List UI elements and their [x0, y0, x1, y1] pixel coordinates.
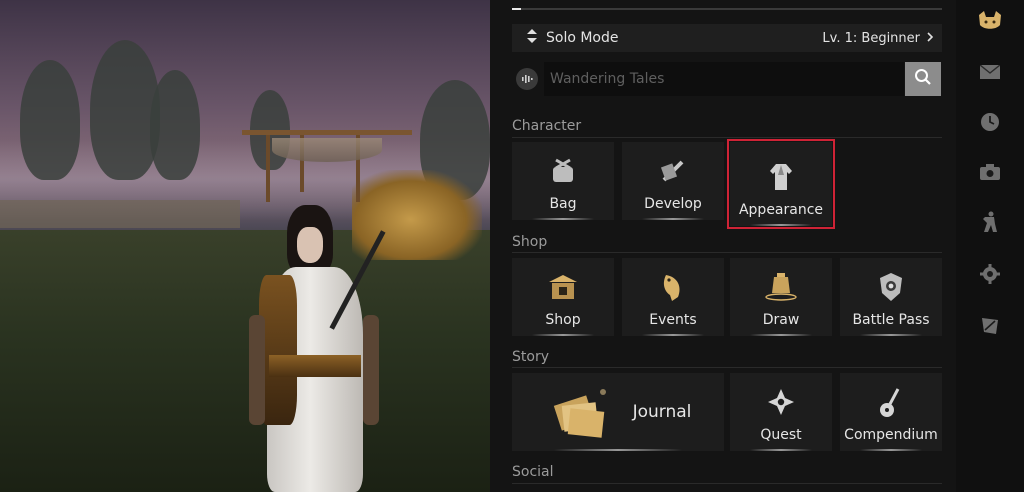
tile-events[interactable]: Events	[622, 258, 724, 336]
mode-selector[interactable]: Solo Mode Lv. 1: Beginner	[512, 24, 942, 52]
tile-battle-pass[interactable]: Battle Pass	[840, 258, 942, 336]
tile-glow	[750, 224, 812, 226]
tile-develop[interactable]: Develop	[622, 142, 724, 220]
tile-label: Appearance	[738, 202, 824, 218]
mode-left: Solo Mode	[526, 24, 619, 52]
search-input[interactable]	[544, 62, 904, 96]
tile-label: Journal	[632, 402, 692, 422]
top-progress-bar	[512, 8, 942, 10]
tile-quest[interactable]: Quest	[730, 373, 832, 451]
tree	[20, 60, 80, 180]
section-divider	[512, 137, 942, 138]
player-character	[245, 205, 386, 492]
search-button[interactable]	[905, 62, 941, 96]
tile-label: Events	[649, 312, 697, 328]
chevron-right-icon	[926, 31, 934, 46]
game-scene	[0, 0, 490, 492]
tile-label: Develop	[644, 196, 702, 212]
mail-icon[interactable]	[978, 60, 1002, 84]
tile-shop[interactable]: Shop	[512, 258, 614, 336]
bell-icon	[763, 268, 799, 306]
tile-label: Bag	[549, 196, 577, 212]
shield-badge-icon	[876, 268, 906, 306]
flag-icon[interactable]	[978, 314, 1002, 338]
shop-icon	[547, 268, 579, 306]
tile-label: Draw	[762, 312, 800, 328]
voice-wave-icon[interactable]	[516, 68, 538, 90]
section-title-shop: Shop	[512, 234, 548, 250]
section-divider	[512, 367, 942, 368]
tile-glow	[532, 218, 594, 220]
level-indicator[interactable]: Lv. 1: Beginner	[822, 24, 934, 52]
bag-icon	[548, 152, 578, 190]
tree	[150, 70, 200, 180]
section-title-character: Character	[512, 118, 582, 134]
tile-label: Shop	[545, 312, 581, 328]
section-title-social: Social	[512, 464, 554, 480]
robe-icon	[766, 158, 796, 196]
top-progress-fill	[512, 8, 521, 10]
tile-label: Quest	[760, 427, 802, 443]
lute-icon	[876, 383, 906, 421]
pergola-pole	[266, 132, 270, 202]
section-divider	[512, 252, 942, 253]
pergola-cloth	[272, 138, 382, 162]
right-sidebar	[956, 0, 1024, 492]
tile-glow	[642, 218, 704, 220]
tile-glow	[860, 334, 922, 336]
stone-wall	[0, 200, 240, 228]
bird-icon	[658, 268, 688, 306]
tile-glow	[750, 334, 812, 336]
character-arm	[363, 315, 379, 425]
develop-icon	[658, 152, 688, 190]
quest-flower-icon	[766, 383, 796, 421]
tile-compendium[interactable]: Compendium	[840, 373, 942, 451]
section-divider	[512, 483, 942, 484]
tile-draw[interactable]: Draw	[730, 258, 832, 336]
character-belt	[269, 355, 361, 377]
tile-glow	[860, 449, 922, 451]
mode-label: Solo Mode	[546, 30, 619, 46]
search-bar	[512, 62, 942, 96]
journal-cards-icon	[545, 382, 615, 442]
martial-pose-icon[interactable]	[978, 210, 1002, 234]
tile-glow	[532, 334, 594, 336]
clock-icon[interactable]	[978, 110, 1002, 134]
tile-appearance[interactable]: Appearance	[727, 139, 835, 229]
tile-label: Compendium	[844, 427, 938, 443]
section-title-story: Story	[512, 349, 549, 365]
character-arm	[249, 315, 265, 425]
pergola-beam	[242, 130, 412, 135]
tile-glow	[554, 449, 682, 451]
character-face	[297, 227, 323, 263]
cat-icon[interactable]	[976, 8, 1004, 32]
camera-icon[interactable]	[978, 160, 1002, 184]
tile-glow	[750, 449, 812, 451]
mode-toggle-icon	[526, 29, 538, 47]
tile-bag[interactable]: Bag	[512, 142, 614, 220]
level-label: Lv. 1: Beginner	[822, 30, 920, 46]
tree	[90, 40, 160, 180]
tile-glow	[642, 334, 704, 336]
search-icon	[914, 68, 932, 90]
tile-journal[interactable]: Journal	[512, 373, 724, 451]
tile-label: Battle Pass	[852, 312, 930, 328]
settings-gear-icon[interactable]	[978, 262, 1002, 286]
